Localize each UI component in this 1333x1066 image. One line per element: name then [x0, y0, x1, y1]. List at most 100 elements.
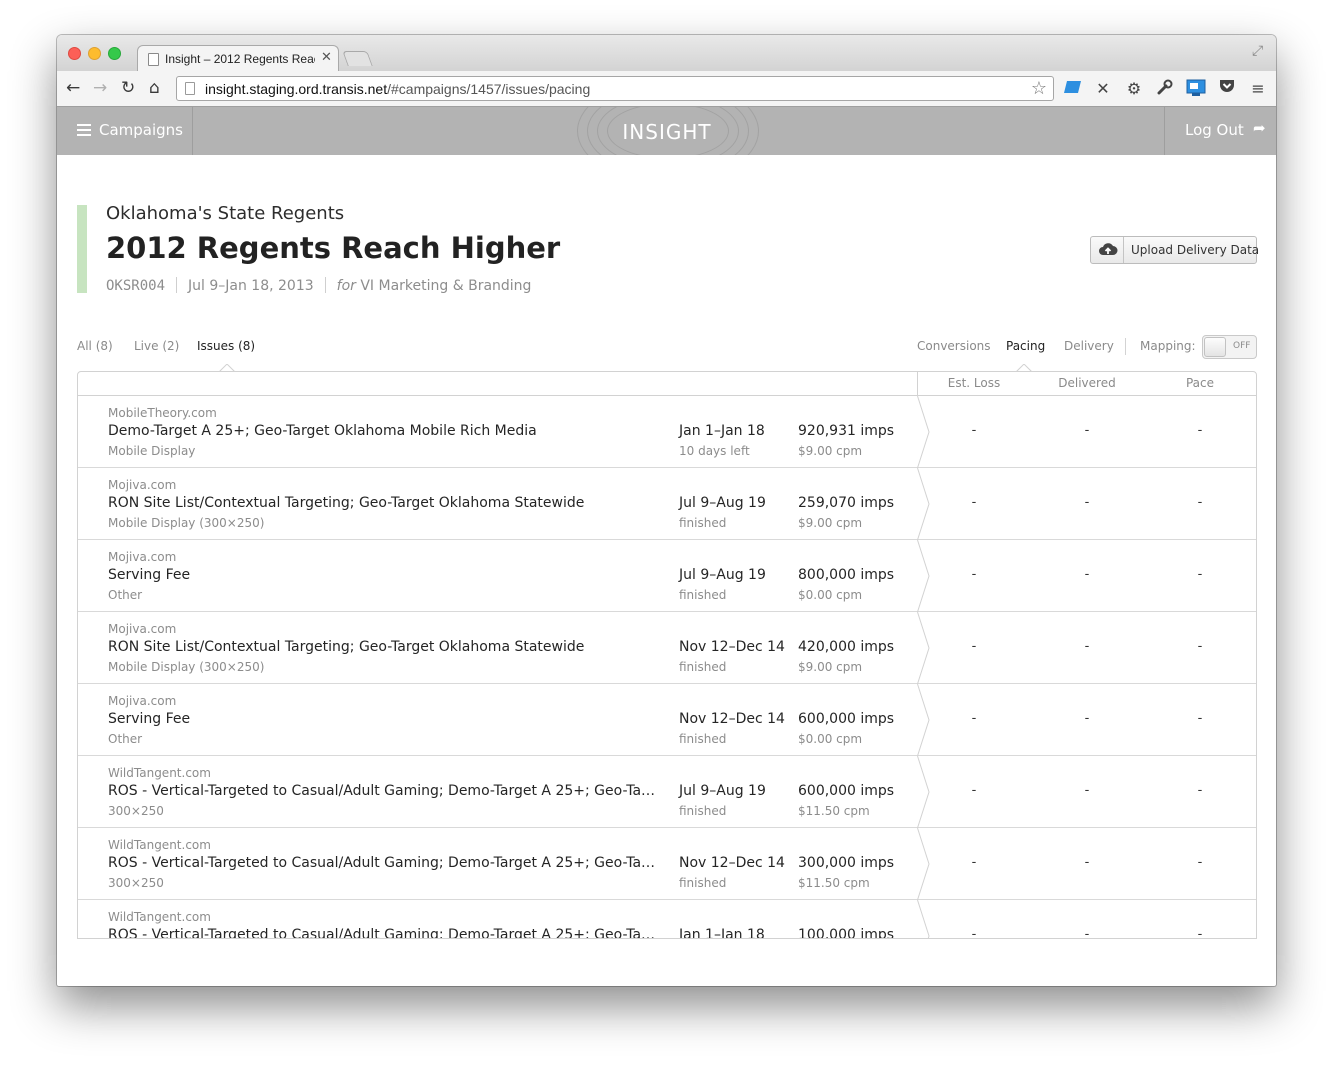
table-row[interactable]: MobileTheory.com Demo-Target A 25+; Geo-T…	[78, 396, 1256, 468]
placement-name: ROS - Vertical-Targeted to Casual/Adult …	[108, 783, 656, 799]
upload-delivery-data-button[interactable]: Upload Delivery Data	[1090, 236, 1260, 264]
site-name: WildTangent.com	[108, 838, 211, 852]
placement-name: RON Site List/Contextual Targeting; Geo-…	[108, 639, 585, 655]
ad-format: Mobile Display	[108, 444, 196, 458]
row-chevron-divider	[917, 684, 930, 756]
cpm-rate: $11.50 cpm	[798, 804, 870, 818]
ad-format: Other	[108, 588, 143, 602]
flight-dates: Nov 12–Dec 14	[679, 855, 785, 871]
row-chevron-divider	[917, 828, 930, 900]
table-header: Est. Loss Delivered Pace	[78, 372, 1256, 396]
table-row[interactable]: Mojiva.com Serving Fee Other Jul 9–Aug 19 fi…	[78, 540, 1256, 612]
zoom-window-button[interactable]	[108, 47, 121, 60]
page-title: 2012 Regents Reach Higher	[106, 231, 561, 265]
new-tab-button[interactable]	[342, 51, 373, 66]
pace-value: -	[1197, 639, 1203, 654]
menu-icon[interactable]: ≡	[1248, 79, 1268, 99]
est-loss-value: -	[971, 783, 977, 798]
impressions: 600,000 imps	[798, 783, 895, 799]
impressions: 100,000 imps	[798, 927, 895, 939]
home-icon[interactable]: ⌂	[149, 78, 160, 98]
table-row[interactable]: Mojiva.com Serving Fee Other Nov 12–Dec 14 f…	[78, 684, 1256, 756]
cloud-upload-icon	[1099, 243, 1118, 255]
upload-label: Upload Delivery Data	[1131, 243, 1260, 257]
divider	[1125, 338, 1126, 355]
placement-name: ROS - Vertical-Targeted to Casual/Adult …	[108, 927, 656, 939]
browser-window: Insight – 2012 Regents Reac ✕ ⤢ ← → ↻ ⌂ …	[57, 35, 1276, 986]
est-loss-value: -	[971, 567, 977, 582]
campaign-accent-bar	[77, 205, 87, 293]
column-header-est-loss[interactable]: Est. Loss	[924, 376, 1024, 390]
client-name: Oklahoma's State Regents	[106, 203, 345, 224]
tab-conversions[interactable]: Conversions	[917, 339, 991, 353]
delivered-value: -	[1084, 495, 1090, 510]
close-icon[interactable]: ✕	[321, 50, 332, 65]
cpm-rate: $9.00 cpm	[798, 660, 863, 674]
flight-status: finished	[679, 588, 727, 602]
cpm-rate: $0.00 cpm	[798, 732, 863, 746]
list-icon	[77, 124, 91, 139]
url-text[interactable]: insight.staging.ord.transis.net/#campaig…	[205, 81, 590, 97]
pace-value: -	[1197, 927, 1203, 939]
reload-icon[interactable]: ↻	[121, 78, 135, 98]
minimize-window-button[interactable]	[88, 47, 101, 60]
extension-blue-icon[interactable]	[1063, 79, 1083, 99]
back-arrow-icon[interactable]: ←	[66, 78, 80, 98]
tab-bar: Insight – 2012 Regents Reac ✕ ⤢	[57, 35, 1276, 72]
screen-capture-icon[interactable]	[1186, 79, 1206, 99]
pin-icon[interactable]: ✕	[1093, 79, 1113, 99]
filter-live[interactable]: Live (2)	[134, 339, 179, 353]
cpm-rate: $9.00 cpm	[798, 444, 863, 458]
site-name: MobileTheory.com	[108, 406, 217, 420]
campaign-dates: Jul 9–Jan 18, 2013	[188, 278, 314, 294]
app-logo[interactable]: INSIGHT	[617, 120, 717, 144]
row-chevron-divider	[917, 756, 930, 828]
delivered-value: -	[1084, 423, 1090, 438]
filter-issues[interactable]: Issues (8)	[197, 339, 255, 353]
flight-dates: Jul 9–Aug 19	[679, 495, 766, 511]
table-row[interactable]: WildTangent.com ROS - Vertical-Targeted t…	[78, 828, 1256, 900]
cpm-rate: $9.00 cpm	[798, 516, 863, 530]
browser-tab[interactable]: Insight – 2012 Regents Reac ✕	[137, 45, 339, 72]
campaign-code: OKSR004	[106, 278, 166, 294]
table-row[interactable]: Mojiva.com RON Site List/Contextual Targe…	[78, 468, 1256, 540]
campaigns-menu-button[interactable]: Campaigns	[57, 107, 193, 155]
agency-name: VI Marketing & Branding	[360, 278, 532, 294]
filter-all[interactable]: All (8)	[77, 339, 113, 353]
address-bar[interactable]: insight.staging.ord.transis.net/#campaig…	[176, 76, 1054, 101]
mapping-label: Mapping:	[1140, 339, 1196, 353]
for-label: for	[336, 278, 356, 294]
site-name: WildTangent.com	[108, 910, 211, 924]
bookmark-star-icon[interactable]: ☆	[1031, 78, 1047, 99]
mapping-toggle[interactable]: OFF	[1202, 335, 1257, 359]
est-loss-value: -	[971, 495, 977, 510]
column-header-pace[interactable]: Pace	[1150, 376, 1250, 390]
table-row[interactable]: Mojiva.com RON Site List/Contextual Targe…	[78, 612, 1256, 684]
browser-toolbar: ← → ↻ ⌂ insight.staging.ord.transis.net/…	[57, 71, 1276, 107]
close-window-button[interactable]	[68, 47, 81, 60]
cpm-rate: $11.50 cpm	[798, 876, 870, 890]
column-header-delivered[interactable]: Delivered	[1037, 376, 1137, 390]
pocket-icon[interactable]	[1217, 79, 1237, 99]
site-name: Mojiva.com	[108, 550, 177, 564]
log-out-button[interactable]: Log Out ➦	[1164, 107, 1276, 155]
toggle-knob[interactable]	[1204, 337, 1226, 357]
est-loss-value: -	[971, 855, 977, 870]
delivered-value: -	[1084, 783, 1090, 798]
impressions: 800,000 imps	[798, 567, 895, 583]
pace-value: -	[1197, 423, 1203, 438]
tab-delivery[interactable]: Delivery	[1064, 339, 1114, 353]
delivered-value: -	[1084, 711, 1090, 726]
table-row[interactable]: WildTangent.com ROS - Vertical-Targeted t…	[78, 756, 1256, 828]
toggle-state-label: OFF	[1233, 341, 1251, 351]
campaigns-label: Campaigns	[99, 121, 184, 139]
tab-pacing[interactable]: Pacing	[1006, 339, 1045, 353]
gear-icon[interactable]: ⚙	[1124, 79, 1144, 99]
table-row[interactable]: WildTangent.com ROS - Vertical-Targeted t…	[78, 900, 1256, 939]
fullscreen-icon[interactable]: ⤢	[1252, 43, 1263, 59]
forward-arrow-icon[interactable]: →	[93, 78, 107, 98]
row-chevron-divider	[917, 468, 930, 540]
placement-name: Serving Fee	[108, 711, 191, 727]
wrench-icon[interactable]	[1155, 79, 1175, 99]
tab-title: Insight – 2012 Regents Reac	[165, 52, 315, 66]
